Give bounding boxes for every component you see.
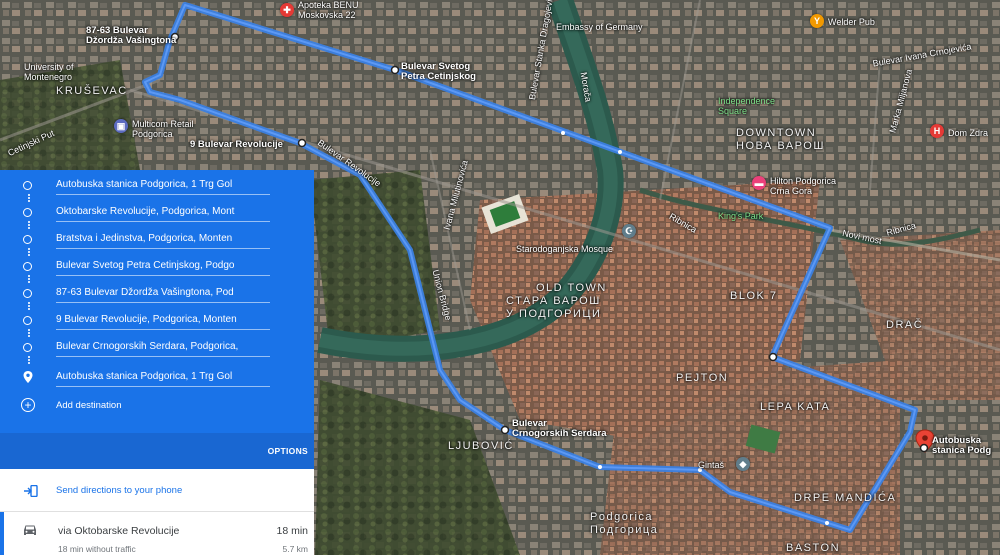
waypoint-input[interactable]: Autobuska stanica Podgorica, 1 Trg Gol bbox=[56, 368, 270, 387]
map-label-gintas: Gintaš bbox=[698, 460, 725, 470]
route-distance: 5.7 km bbox=[282, 544, 308, 554]
send-directions-label: Send directions to your phone bbox=[56, 485, 183, 496]
circle-icon bbox=[23, 208, 32, 217]
route-option[interactable]: via Oktobarske Revolucije 18 min 18 min … bbox=[0, 512, 314, 555]
map-label-baston: BASTON bbox=[786, 542, 841, 554]
waypoint-7[interactable]: Bulevar Crnogorskih Serdara, Podgorica, bbox=[0, 338, 314, 358]
car-icon bbox=[24, 525, 36, 535]
circle-icon bbox=[23, 289, 32, 298]
waypoint-1[interactable]: Autobuska stanica Podgorica, 1 Trg Gol bbox=[0, 176, 314, 196]
map-label-pejton: PEJTON bbox=[676, 372, 729, 384]
waypoint-input[interactable]: Bulevar Svetog Petra Cetinjskog, Podgo bbox=[56, 257, 270, 276]
circle-icon bbox=[23, 316, 32, 325]
map-label-stara-varos: СТАРА ВАРОШ bbox=[506, 295, 601, 307]
plus-icon: + bbox=[21, 398, 35, 412]
add-destination-button[interactable]: + Add destination bbox=[0, 398, 314, 418]
map-label-cetinjskog: Bulevar Svetog Petra Cetinjskog bbox=[401, 61, 476, 82]
map-label-revolucije-9: 9 Bulevar Revolucije bbox=[190, 139, 283, 150]
waypoint-5[interactable]: 87-63 Bulevar Džordža Vašingtona, Pod bbox=[0, 284, 314, 304]
pin-icon bbox=[23, 371, 33, 383]
map-label-u-podgorici: У ПОДГОРИЦИ bbox=[506, 308, 602, 320]
waypoint-input[interactable]: Bratstva i Jedinstva, Podgorica, Monten bbox=[56, 230, 270, 249]
send-to-device-icon bbox=[24, 485, 38, 497]
map-label-embassy: Embassy of Germany bbox=[556, 22, 643, 32]
map-label-serdara: Bulevar Crnogorskih Serdara bbox=[512, 418, 607, 439]
circle-icon bbox=[23, 181, 32, 190]
map-label-podgorica-cyr: Подгорица bbox=[590, 524, 659, 536]
add-destination-label: Add destination bbox=[56, 400, 122, 411]
options-bar: OPTIONS bbox=[0, 433, 314, 469]
pharmacy-icon[interactable]: ✚ bbox=[280, 3, 294, 17]
waypoints-list: Autobuska stanica Podgorica, 1 Trg Gol O… bbox=[0, 170, 314, 433]
map-label-mosque: Starodoganjska Mosque bbox=[516, 244, 614, 254]
map-label-independence: Independence Square bbox=[718, 96, 776, 116]
directions-results: Send directions to your phone via Oktoba… bbox=[0, 469, 314, 555]
map-label-nova-varos: НОВА ВАРОШ bbox=[736, 140, 825, 152]
waypoint-input[interactable]: 87-63 Bulevar Džordža Vašingtona, Pod bbox=[56, 284, 270, 303]
map-label-drpe-mandica: DRPE MANDIĆA bbox=[794, 492, 897, 504]
map-label-dom-zdravlja: Dom Zdra bbox=[948, 128, 989, 138]
map-label-drac: DRAČ bbox=[886, 319, 924, 331]
map-label-lepa-kata: LEPA KATA bbox=[760, 401, 831, 413]
map-label-vasingtona: 87-63 Bulevar Džordža Vašingtona bbox=[86, 25, 177, 46]
selected-indicator bbox=[0, 512, 4, 555]
circle-icon bbox=[23, 343, 32, 352]
directions-panel: Autobuska stanica Podgorica, 1 Trg Gol O… bbox=[0, 170, 314, 555]
waypoint-destination[interactable]: Autobuska stanica Podgorica, 1 Trg Gol bbox=[0, 368, 314, 388]
waypoint-input[interactable]: Autobuska stanica Podgorica, 1 Trg Gol bbox=[56, 176, 270, 195]
waypoint-input[interactable]: Bulevar Crnogorskih Serdara, Podgorica, bbox=[56, 338, 270, 357]
mosque-icon[interactable]: ☪ bbox=[622, 224, 636, 238]
waypoint-3[interactable]: Bratstva i Jedinstva, Podgorica, Monten bbox=[0, 230, 314, 250]
options-button[interactable]: OPTIONS bbox=[268, 446, 308, 456]
bar-icon[interactable]: Y bbox=[810, 14, 824, 28]
map-label-university: University of Montenegro bbox=[24, 62, 74, 82]
route-via: via Oktobarske Revolucije bbox=[58, 525, 180, 537]
shop-icon[interactable]: ▣ bbox=[114, 119, 128, 133]
map-label-hilton: Hilton Podgorica Crna Gora bbox=[770, 176, 837, 196]
map-label-old-town: OLD TOWN bbox=[536, 282, 607, 294]
circle-icon bbox=[23, 235, 32, 244]
hotel-icon[interactable]: ▬ bbox=[752, 176, 766, 190]
map-label-ljubovic: LJUBOVIĆ bbox=[448, 440, 514, 452]
map-label-downtown: DOWNTOWN bbox=[736, 127, 817, 139]
circle-icon bbox=[23, 262, 32, 271]
waypoint-input[interactable]: Oktobarske Revolucije, Podgorica, Mont bbox=[56, 203, 270, 222]
route-traffic: 18 min without traffic bbox=[58, 544, 136, 554]
waypoint-2[interactable]: Oktobarske Revolucije, Podgorica, Mont bbox=[0, 203, 314, 223]
map-label-welder: Welder Pub bbox=[828, 17, 875, 27]
map-label-benu: Apoteka BENU Moskovska 22 bbox=[298, 0, 359, 20]
map-label-podgorica: Podgorica bbox=[590, 511, 654, 523]
shopping-icon[interactable]: ◆ bbox=[736, 457, 750, 471]
map-label-multicom: Multicom Retail Podgorica bbox=[132, 119, 194, 139]
waypoint-4[interactable]: Bulevar Svetog Petra Cetinjskog, Podgo bbox=[0, 257, 314, 277]
hospital-icon[interactable]: H bbox=[930, 124, 944, 138]
map-label-kings-park: King's Park bbox=[718, 211, 764, 221]
send-to-phone-button[interactable]: Send directions to your phone bbox=[0, 469, 314, 512]
map-label-blok7: BLOK 7 bbox=[730, 290, 778, 302]
waypoint-input[interactable]: 9 Bulevar Revolucije, Podgorica, Monten bbox=[56, 311, 270, 330]
route-time: 18 min bbox=[276, 525, 308, 537]
waypoint-6[interactable]: 9 Bulevar Revolucije, Podgorica, Monten bbox=[0, 311, 314, 331]
map-label-krusevac: KRUŠEVAC bbox=[56, 85, 128, 97]
map-label-bus-station: Autobuska stanica Podg bbox=[932, 435, 992, 456]
